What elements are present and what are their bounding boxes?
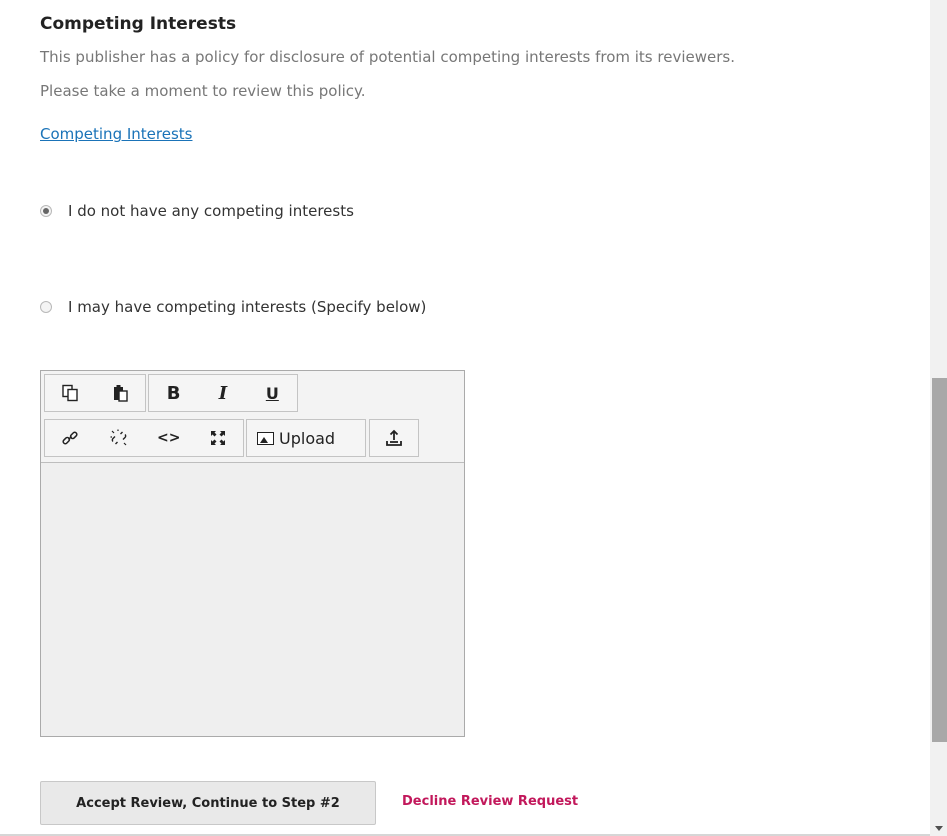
review-page: Competing Interests This publisher has a… — [0, 0, 947, 836]
editor-text-area[interactable] — [41, 463, 464, 736]
option-label: I do not have any competing interests — [68, 202, 354, 220]
section-title: Competing Interests — [40, 14, 237, 34]
radio-button[interactable] — [40, 301, 52, 313]
italic-button[interactable]: I — [198, 375, 247, 411]
scrollbar-thumb[interactable] — [932, 378, 947, 742]
section-description-line2: Please take a moment to review this poli… — [40, 82, 366, 100]
option-label: I may have competing interests (Specify … — [68, 298, 427, 316]
format-group: B I U — [148, 374, 298, 412]
link-group: <> — [44, 419, 244, 457]
link-icon[interactable] — [45, 420, 95, 456]
competing-interests-policy-link[interactable]: Competing Interests — [40, 125, 192, 143]
upload-group: Upload — [246, 419, 366, 457]
clipboard-group — [44, 374, 146, 412]
option-may-have-competing-interests[interactable]: I may have competing interests (Specify … — [40, 298, 426, 316]
copy-icon[interactable] — [45, 375, 95, 411]
vertical-scrollbar[interactable] — [930, 0, 947, 836]
editor-toolbar: B I U <> Upload — [41, 371, 464, 463]
upload-button[interactable]: Upload — [247, 420, 345, 456]
upload-label: Upload — [279, 428, 336, 448]
image-icon — [257, 431, 274, 445]
decline-review-link[interactable]: Decline Review Request — [402, 794, 578, 809]
option-no-competing-interests[interactable]: I do not have any competing interests — [40, 202, 354, 220]
section-description-line1: This publisher has a policy for disclosu… — [40, 48, 735, 66]
radio-button-checked[interactable] — [40, 205, 52, 217]
accept-review-button[interactable]: Accept Review, Continue to Step #2 — [40, 781, 376, 825]
underline-button[interactable]: U — [248, 375, 297, 411]
paste-icon[interactable] — [95, 375, 145, 411]
rich-text-editor: B I U <> Upload — [40, 370, 465, 737]
fullscreen-icon[interactable] — [194, 420, 244, 456]
scroll-down-arrow-icon[interactable] — [935, 826, 943, 831]
bold-button[interactable]: B — [149, 375, 198, 411]
unlink-icon[interactable] — [95, 420, 145, 456]
insert-icon[interactable] — [370, 420, 417, 456]
insert-group — [369, 419, 419, 457]
source-code-button[interactable]: <> — [144, 420, 194, 456]
